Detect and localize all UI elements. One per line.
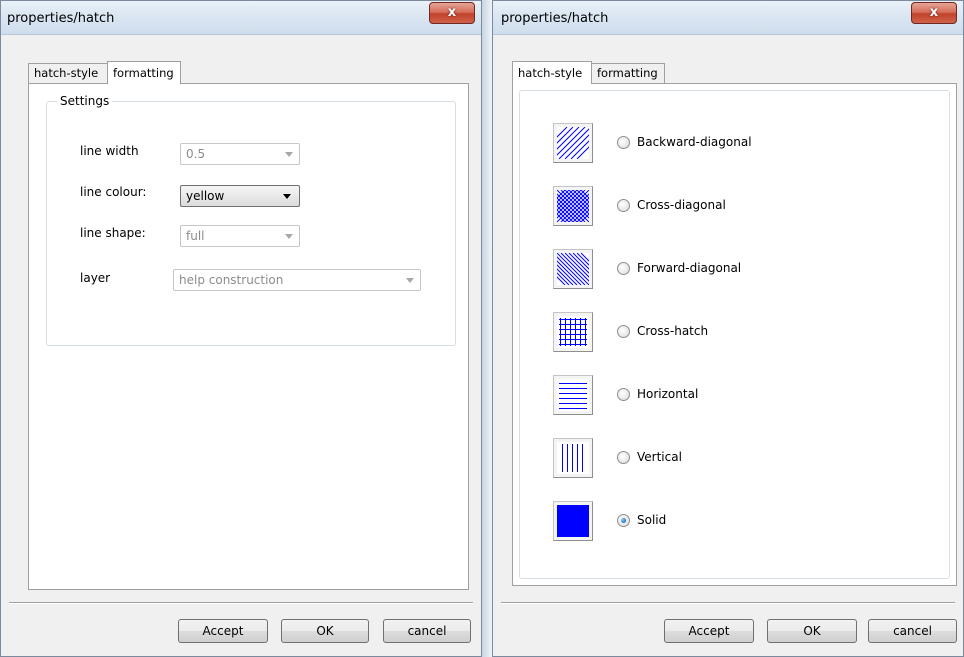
- forward-diagonal-label: Forward-diagonal: [637, 261, 742, 275]
- layer-dropdown[interactable]: help construction: [173, 269, 421, 291]
- vertical-radio[interactable]: [617, 451, 630, 464]
- right-properties-dialog: properties/hatch x hatch-style formattin…: [492, 0, 964, 657]
- settings-group: Settings: [46, 94, 456, 346]
- chevron-down-icon: [406, 278, 414, 283]
- solid-label: Solid: [637, 513, 667, 527]
- hatch-option-horizontal[interactable]: Horizontal: [553, 375, 813, 415]
- cross-hatch-radio[interactable]: [617, 325, 630, 338]
- vertical-label: Vertical: [637, 450, 682, 464]
- solid-pattern-icon: [553, 501, 593, 541]
- backward-diagonal-pattern-icon: [553, 123, 593, 163]
- line-colour-dropdown[interactable]: yellow: [180, 185, 300, 207]
- horizontal-radio[interactable]: [617, 388, 630, 401]
- cross-diagonal-radio[interactable]: [617, 199, 630, 212]
- solid-radio[interactable]: [617, 514, 630, 527]
- hatch-option-forward-diagonal[interactable]: Forward-diagonal: [553, 249, 813, 289]
- hatch-option-cross-diagonal[interactable]: Cross-diagonal: [553, 186, 813, 226]
- accept-button[interactable]: Accept: [178, 619, 268, 643]
- ok-button[interactable]: OK: [767, 619, 857, 643]
- cancel-button[interactable]: cancel: [868, 619, 957, 643]
- chevron-down-icon: [285, 234, 293, 239]
- left-properties-dialog: properties/hatch x hatch-style formattin…: [0, 0, 482, 657]
- dialog-client: hatch-style formatting Settings line wid…: [9, 35, 473, 656]
- title-bar[interactable]: properties/hatch x: [1, 1, 481, 35]
- line-colour-label: line colour:: [80, 185, 147, 199]
- accept-button[interactable]: Accept: [664, 619, 754, 643]
- close-button[interactable]: x: [429, 2, 475, 24]
- cross-diagonal-label: Cross-diagonal: [637, 198, 726, 212]
- backward-diagonal-radio[interactable]: [617, 136, 630, 149]
- layer-value: help construction: [179, 273, 284, 287]
- line-shape-value: full: [186, 229, 205, 243]
- forward-diagonal-pattern-icon: [553, 249, 593, 289]
- window-title: properties/hatch: [7, 11, 115, 26]
- cross-hatch-label: Cross-hatch: [637, 324, 709, 338]
- settings-group-label: Settings: [57, 94, 113, 108]
- tab-formatting[interactable]: formatting: [107, 61, 181, 84]
- line-shape-dropdown[interactable]: full: [180, 225, 300, 247]
- formatting-panel: Settings line width 0.5 line colour: yel…: [28, 83, 469, 590]
- chevron-down-icon: [285, 152, 293, 157]
- cancel-button[interactable]: cancel: [383, 619, 471, 643]
- close-button[interactable]: x: [911, 2, 957, 24]
- button-separator: [501, 602, 955, 604]
- hatch-option-vertical[interactable]: Vertical: [553, 438, 813, 478]
- line-width-value: 0.5: [186, 147, 206, 161]
- window-title: properties/hatch: [501, 11, 609, 26]
- backward-diagonal-label: Backward-diagonal: [637, 135, 752, 149]
- title-bar[interactable]: properties/hatch x: [493, 1, 963, 35]
- tab-formatting[interactable]: formatting: [591, 63, 665, 83]
- horizontal-pattern-icon: [553, 375, 593, 415]
- line-width-dropdown[interactable]: 0.5: [180, 143, 300, 165]
- chevron-down-icon: [283, 194, 291, 199]
- line-width-label: line width: [80, 144, 139, 158]
- dialog-client: hatch-style formatting Backward-diagonal…: [501, 35, 957, 656]
- line-shape-label: line shape:: [80, 226, 146, 240]
- layer-label: layer: [80, 271, 111, 285]
- hatch-option-backward-diagonal[interactable]: Backward-diagonal: [553, 123, 813, 163]
- vertical-pattern-icon: [553, 438, 593, 478]
- tab-hatch-style[interactable]: hatch-style: [512, 61, 592, 84]
- hatch-option-cross-hatch[interactable]: Cross-hatch: [553, 312, 813, 352]
- line-colour-value: yellow: [186, 189, 225, 203]
- horizontal-label: Horizontal: [637, 387, 699, 401]
- tab-hatch-style[interactable]: hatch-style: [28, 63, 108, 83]
- ok-button[interactable]: OK: [281, 619, 369, 643]
- cross-diagonal-pattern-icon: [553, 186, 593, 226]
- window-gap: [482, 0, 492, 657]
- hatch-style-panel: Backward-diagonal Cross-diagonal Forward…: [512, 83, 957, 586]
- button-separator: [9, 602, 473, 604]
- forward-diagonal-radio[interactable]: [617, 262, 630, 275]
- hatch-option-solid[interactable]: Solid: [553, 501, 813, 541]
- cross-hatch-pattern-icon: [553, 312, 593, 352]
